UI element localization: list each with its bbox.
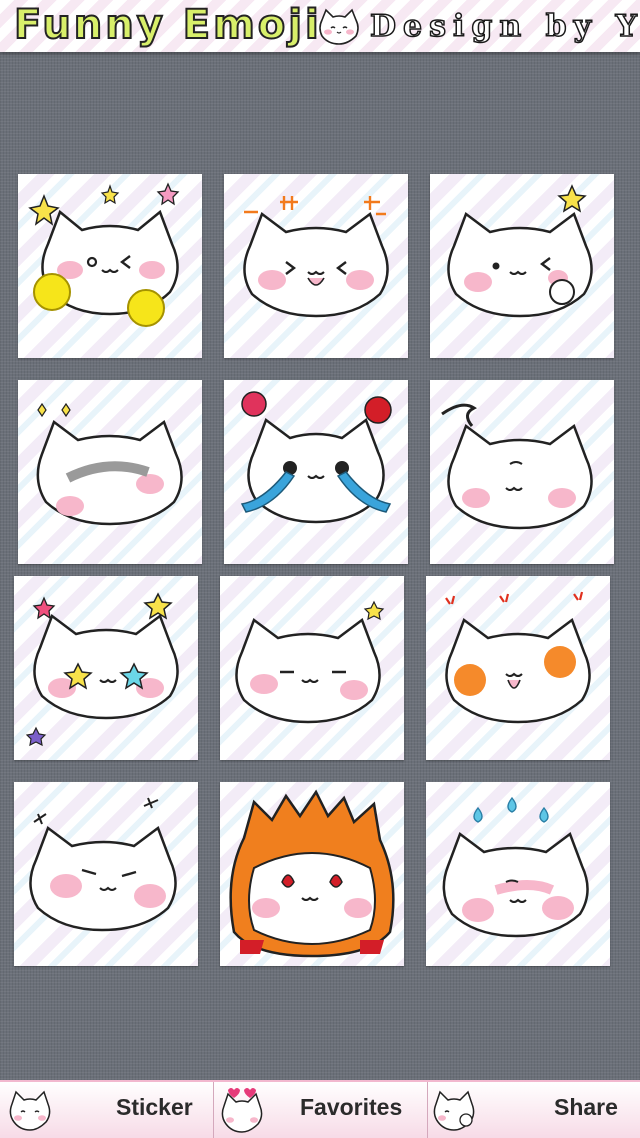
sticker-excited-cat[interactable]	[224, 174, 408, 358]
sticker-winking-cat[interactable]	[430, 174, 614, 358]
sticker-fiery-cat[interactable]	[220, 782, 404, 966]
tab-sticker-label: Sticker	[116, 1094, 193, 1120]
app-header: Funny Emoji Design by Yu	[0, 0, 640, 52]
starry-eyes-cat-sticker	[25, 592, 179, 747]
sticker-smug-cat[interactable]	[220, 576, 404, 760]
cat-hearts-icon	[221, 1088, 263, 1133]
tab-share[interactable]: Share	[428, 1082, 640, 1138]
sticker-gloomy-cat[interactable]	[18, 380, 202, 564]
excited-cat-sticker	[243, 196, 389, 318]
cat-face-icon	[319, 8, 359, 45]
cat-face-icon	[9, 1090, 51, 1131]
gloomy-cat-sticker	[36, 402, 183, 526]
sticker-starry-eyed-cat[interactable]	[14, 576, 198, 760]
sticker-crying-with-roses-cat[interactable]	[224, 380, 408, 564]
sticker-angry-cat[interactable]	[426, 576, 610, 760]
sticker-serious-cat[interactable]	[14, 782, 198, 966]
sticker-shy-cat[interactable]	[430, 380, 614, 564]
app-title: Funny Emoji	[13, 1, 322, 49]
tab-sticker[interactable]: Sticker	[0, 1082, 213, 1138]
tab-share-label: Share	[554, 1094, 618, 1120]
crying-cat-sticker	[240, 391, 392, 524]
tab-favorites[interactable]: Favorites	[214, 1082, 427, 1138]
pom-pom-cat-sticker	[28, 182, 180, 327]
sticker-cheerleader-cat[interactable]	[18, 174, 202, 358]
tab-bar: Sticker Favorites Share	[0, 1080, 640, 1138]
tab-favorites-label: Favorites	[300, 1094, 403, 1120]
cat-waving-icon	[433, 1090, 475, 1131]
angry-cat-sticker	[445, 591, 591, 724]
fiery-cat-sticker	[229, 789, 395, 958]
serious-cat-sticker	[29, 797, 177, 932]
smug-cat-sticker	[235, 600, 385, 724]
shy-cat-sticker	[441, 403, 593, 530]
app-credit: Design by Yu	[369, 8, 640, 45]
sticker-sweating-cat[interactable]	[426, 782, 610, 966]
sweating-cat-sticker	[442, 796, 589, 938]
wink-cat-sticker	[447, 184, 593, 318]
